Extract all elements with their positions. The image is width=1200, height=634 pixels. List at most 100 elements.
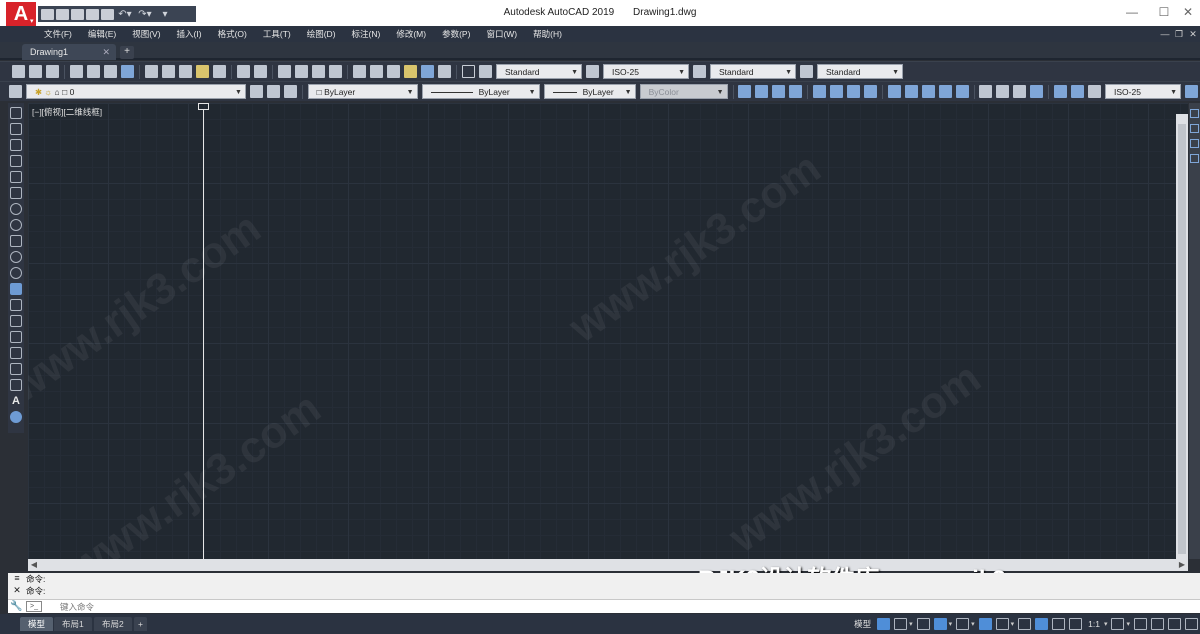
open-icon[interactable]: [29, 65, 42, 78]
menu-insert[interactable]: 插入(I): [169, 28, 210, 40]
viewport-controls[interactable]: [−][俯视][二维线框]: [32, 106, 102, 118]
model-space-label[interactable]: 模型: [854, 618, 871, 630]
redo-icon[interactable]: [254, 65, 267, 78]
3d-print-icon[interactable]: [121, 65, 134, 78]
text-style-select[interactable]: Standard ▼: [496, 64, 582, 79]
doc-minimize-icon[interactable]: —: [1158, 29, 1172, 39]
auto-scale-icon[interactable]: [1052, 618, 1066, 630]
ellipse-icon[interactable]: [10, 251, 22, 263]
radius-icon[interactable]: [812, 85, 826, 98]
zoom-realtime-icon[interactable]: [295, 65, 308, 78]
point-icon[interactable]: [10, 315, 22, 327]
block-editor-icon[interactable]: [213, 65, 226, 78]
panel-icon[interactable]: [1190, 154, 1199, 163]
minimize-button[interactable]: —: [1124, 4, 1140, 20]
jogged-icon[interactable]: [829, 85, 843, 98]
tool-palettes-icon[interactable]: [387, 65, 400, 78]
aligned-dim-icon[interactable]: [755, 85, 769, 98]
make-current-layer-icon[interactable]: [249, 85, 263, 98]
continue-icon[interactable]: [921, 85, 935, 98]
calculator-icon[interactable]: [438, 65, 451, 78]
linetype-select[interactable]: ByLayer ▼: [421, 84, 540, 99]
isolate-objects-icon[interactable]: [1151, 618, 1164, 630]
ellipse-arc-icon[interactable]: [10, 267, 22, 279]
panel-icon[interactable]: [1190, 124, 1199, 133]
paste-icon[interactable]: [179, 65, 192, 78]
plot-icon[interactable]: [70, 65, 83, 78]
diameter-icon[interactable]: [846, 85, 860, 98]
doc-restore-icon[interactable]: ❐: [1172, 29, 1186, 40]
sheet-set-icon[interactable]: [404, 65, 417, 78]
revision-cloud-icon[interactable]: [10, 219, 22, 231]
command-input[interactable]: [60, 600, 660, 613]
menu-edit[interactable]: 编辑(E): [80, 28, 124, 40]
dim-update-icon[interactable]: [1088, 85, 1101, 98]
gradient-icon[interactable]: [10, 347, 22, 359]
arc-length-icon[interactable]: [772, 85, 786, 98]
close-tab-icon[interactable]: ✕: [102, 44, 110, 60]
isodraft-icon[interactable]: [956, 618, 970, 630]
annotation-monitor-icon[interactable]: [1134, 618, 1147, 630]
jogged-linear-icon[interactable]: [1030, 85, 1044, 98]
new-tab-button[interactable]: +: [120, 46, 134, 59]
pan-icon[interactable]: [278, 65, 291, 78]
scroll-right-icon[interactable]: ▶: [1176, 559, 1188, 571]
maximize-button[interactable]: ☐: [1156, 4, 1172, 20]
menu-dimension[interactable]: 标注(N): [344, 28, 389, 40]
table-icon[interactable]: [10, 379, 22, 391]
tolerance-icon[interactable]: [979, 85, 993, 98]
dim-break-icon[interactable]: [955, 85, 969, 98]
menu-tools[interactable]: 工具(T): [255, 28, 299, 40]
doc-close-icon[interactable]: ✕: [1186, 29, 1200, 40]
lineweight-toggle-icon[interactable]: [1018, 618, 1032, 630]
preview-icon[interactable]: [87, 65, 100, 78]
help-icon[interactable]: [462, 65, 475, 78]
region-icon[interactable]: [10, 363, 22, 375]
angular-icon[interactable]: [863, 85, 877, 98]
dim-edit-icon[interactable]: [1054, 85, 1067, 98]
polyline-icon[interactable]: [10, 139, 22, 151]
layer-properties-icon[interactable]: [8, 85, 22, 98]
lineweight-select[interactable]: ByLayer ▼: [543, 84, 636, 99]
insert-block-icon[interactable]: [10, 283, 22, 295]
multileader-style-icon[interactable]: [800, 65, 813, 78]
menu-file[interactable]: 文件(F): [36, 28, 80, 40]
copy-icon[interactable]: [162, 65, 175, 78]
tab-layout2[interactable]: 布局2: [94, 617, 132, 631]
ordinate-icon[interactable]: [789, 85, 803, 98]
multiline-text-icon[interactable]: A: [10, 395, 22, 407]
multileader-style-select[interactable]: Standard ▼: [817, 64, 903, 79]
add-selected-icon[interactable]: [10, 411, 22, 423]
baseline-icon[interactable]: [904, 85, 918, 98]
scroll-left-icon[interactable]: ◀: [28, 559, 40, 571]
customization-menu-icon[interactable]: [1185, 618, 1198, 630]
object-snap-icon[interactable]: [995, 618, 1009, 630]
table-style-icon[interactable]: [693, 65, 706, 78]
panel-icon[interactable]: [1190, 139, 1199, 148]
dim-style-icon[interactable]: [586, 65, 599, 78]
layer-select[interactable]: ✱ ☼ ⌂ □ 0 ▼: [25, 84, 246, 99]
arc-icon[interactable]: [10, 187, 22, 199]
undo-icon[interactable]: [237, 65, 250, 78]
scale-readout[interactable]: 1:1: [1088, 619, 1100, 629]
match-properties-icon[interactable]: [196, 65, 209, 78]
line-icon[interactable]: [10, 107, 22, 119]
grid-icon[interactable]: [877, 618, 891, 630]
menu-parametric[interactable]: 参数(P): [434, 28, 478, 40]
text-style-icon[interactable]: [479, 65, 492, 78]
polar-icon[interactable]: [933, 618, 947, 630]
customize-icon[interactable]: 🔧: [10, 601, 22, 613]
zoom-previous-icon[interactable]: [329, 65, 342, 78]
dim-space-icon[interactable]: [938, 85, 952, 98]
zoom-window-icon[interactable]: [312, 65, 325, 78]
annotation-scale-icon[interactable]: [1069, 618, 1083, 630]
dim-style-select-2[interactable]: ISO-25 ▼: [1105, 84, 1181, 99]
polygon-icon[interactable]: [10, 155, 22, 167]
annotation-visibility-icon[interactable]: [1035, 618, 1049, 630]
make-block-icon[interactable]: [10, 299, 22, 311]
add-layout-icon[interactable]: +: [134, 617, 147, 631]
layer-state-icon[interactable]: [283, 85, 297, 98]
menu-help[interactable]: 帮助(H): [525, 28, 570, 40]
dimstyle-icon[interactable]: [1185, 85, 1198, 98]
close-command-line-icon[interactable]: ≡: [11, 573, 23, 585]
